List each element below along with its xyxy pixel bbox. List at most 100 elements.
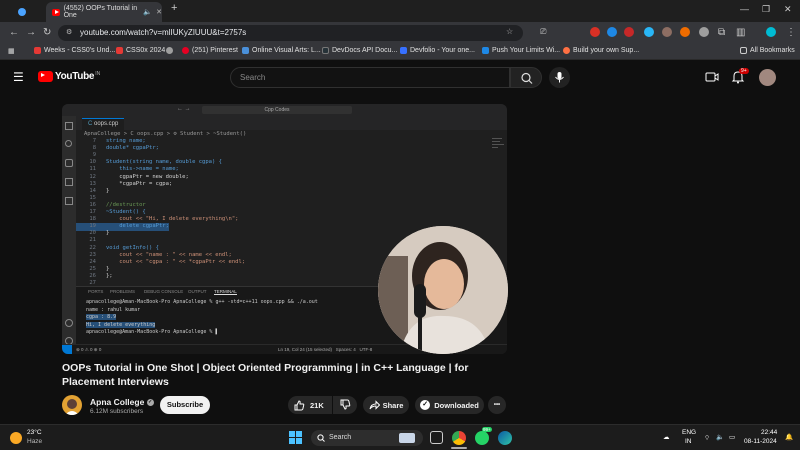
taskbar-search-input[interactable]: Search	[311, 430, 423, 446]
extension-icon[interactable]	[624, 27, 634, 37]
bookmark-item[interactable]: DevDocs API Docu...	[322, 47, 397, 54]
chrome-taskbar-icon[interactable]	[452, 431, 466, 445]
extension-icon[interactable]	[590, 27, 600, 37]
forward-arrow-icon[interactable]: →	[26, 27, 36, 38]
panel-tab-output: OUTPUT	[188, 289, 207, 294]
extension-icon[interactable]	[662, 27, 672, 37]
panel-tab-ports: PORTS	[88, 289, 104, 294]
code-text: ~Student() {	[106, 209, 146, 215]
vscode-activity-bar	[62, 116, 76, 354]
status-problems: ⊗ 0 ⚠ 0 ⊕ 0	[76, 347, 102, 352]
more-actions-button[interactable]: •••	[488, 396, 506, 414]
extensions-puzzle-icon[interactable]: ⧉	[718, 27, 725, 38]
address-bar[interactable]: ⚙ youtube.com/watch?v=mlIUKyZIUUU&t=2757…	[58, 25, 523, 41]
subscribe-button[interactable]: Subscribe	[160, 396, 210, 414]
notification-center-icon[interactable]: 🔔	[785, 433, 793, 441]
search-icon	[521, 72, 533, 84]
code-text: }	[106, 187, 110, 194]
bookmark-label: Weeks - CSS0's Und...	[44, 47, 116, 54]
extensions-icon	[65, 197, 73, 205]
file-tab-label: oops.cpp	[94, 121, 119, 127]
code-text: };	[106, 272, 113, 279]
voice-search-button[interactable]	[549, 67, 570, 88]
download-button[interactable]: ✓ Downloaded	[415, 396, 484, 414]
bookmark-item[interactable]: CSS0x 2024	[116, 47, 165, 54]
channel-avatar[interactable]	[62, 395, 82, 415]
line-number: 17	[89, 209, 96, 215]
language-indicator[interactable]: ENG	[682, 429, 696, 436]
edge-taskbar-icon[interactable]	[498, 431, 512, 445]
windows-start-icon[interactable]	[289, 431, 302, 444]
close-window-button[interactable]: ✕	[784, 4, 792, 15]
tab-audio-icon[interactable]: 🔈	[143, 8, 152, 16]
code-text: string name;	[106, 138, 146, 144]
line-number: 11	[89, 166, 96, 173]
reload-icon[interactable]: ↻	[43, 27, 51, 38]
dislike-button[interactable]	[333, 396, 357, 414]
terminal-line: Hi, I delete everything	[86, 321, 156, 328]
back-arrow-icon[interactable]: ←	[9, 27, 19, 38]
line-number: 15	[89, 194, 96, 201]
line-number: 16	[89, 201, 96, 208]
all-bookmarks-button[interactable]: All Bookmarks	[740, 47, 795, 54]
extension-icon[interactable]	[699, 27, 709, 37]
debug-icon	[65, 178, 73, 186]
site-info-icon[interactable]: ⚙	[66, 28, 72, 36]
presenter-image	[378, 226, 508, 354]
line-number: 12	[89, 173, 96, 180]
hamburger-menu-icon[interactable]: ☰	[13, 70, 24, 84]
browser-tab-pinned[interactable]	[4, 2, 44, 22]
youtube-favicon-icon	[52, 8, 60, 16]
bookmark-favicon-icon	[166, 47, 173, 54]
bookmark-star-icon[interactable]: ☆	[506, 27, 513, 36]
weather-icon[interactable]	[10, 432, 22, 444]
bookmark-item[interactable]: Weeks - CSS0's Und...	[34, 47, 115, 54]
sidebar-icon[interactable]: ▥	[736, 27, 745, 38]
bookmark-item[interactable]	[166, 47, 176, 54]
create-video-icon[interactable]	[705, 71, 719, 83]
extension-icon[interactable]	[644, 27, 654, 37]
weather-temperature[interactable]: 23°C	[27, 429, 42, 436]
bookmark-favicon-icon	[322, 47, 329, 54]
bookmark-label: DevDocs API Docu...	[332, 47, 398, 54]
like-count: 21K	[310, 400, 324, 410]
search-input[interactable]: Search	[230, 67, 510, 88]
line-number: 9	[92, 152, 96, 159]
weather-description: Haze	[27, 438, 43, 445]
maximize-button[interactable]: ❐	[762, 4, 770, 15]
new-tab-button[interactable]: +	[171, 2, 177, 14]
bookmark-item[interactable]: (251) Pinterest	[182, 47, 238, 54]
tab-close-icon[interactable]: ✕	[156, 8, 162, 16]
task-view-icon[interactable]	[430, 431, 443, 444]
bookmark-favicon-icon	[116, 47, 123, 54]
bookmark-item[interactable]: Online Visual Arts: L...	[242, 47, 321, 54]
bookmark-item[interactable]: Push Your Limits Wi...	[482, 47, 560, 54]
extension-icon[interactable]	[680, 27, 690, 37]
code-text: void getInfo() {	[106, 244, 159, 251]
clock-time[interactable]: 22:44	[761, 429, 777, 436]
wifi-icon[interactable]: ⌔	[704, 433, 710, 442]
account-avatar[interactable]	[759, 69, 776, 86]
apps-grid-icon[interactable]: ▦	[8, 47, 15, 55]
profile-avatar[interactable]	[766, 27, 776, 37]
search-button[interactable]	[510, 67, 542, 88]
volume-icon[interactable]: 🔈	[716, 433, 724, 441]
bookmarks-bar: ▦ Weeks - CSS0's Und... CSS0x 2024 (251)…	[0, 44, 800, 60]
menu-kebab-icon[interactable]: ⋮	[786, 27, 796, 38]
channel-name[interactable]: Apna College ✓	[90, 397, 154, 407]
share-button[interactable]: Share	[363, 396, 409, 414]
bookmark-item[interactable]: Build your own Sup...	[563, 47, 639, 54]
browser-tab-youtube[interactable]: (4552) OOPs Tutorial in One 🔈 ✕	[46, 2, 162, 22]
whatsapp-taskbar-icon[interactable]	[475, 431, 489, 445]
youtube-logo[interactable]: YouTube IN	[38, 71, 100, 82]
terminal-line: name : rahul kumar	[86, 306, 141, 313]
minimize-button[interactable]: —	[740, 4, 749, 14]
battery-icon[interactable]: ▭	[729, 433, 735, 441]
cast-icon[interactable]: ⎚	[540, 27, 546, 37]
line-number: 14	[89, 187, 96, 194]
minimap	[492, 136, 506, 166]
bookmark-item[interactable]: Devfolio - Your one...	[400, 47, 475, 54]
like-button[interactable]: 21K	[288, 396, 332, 414]
extension-icon[interactable]	[607, 27, 617, 37]
microphone-icon	[555, 72, 564, 83]
